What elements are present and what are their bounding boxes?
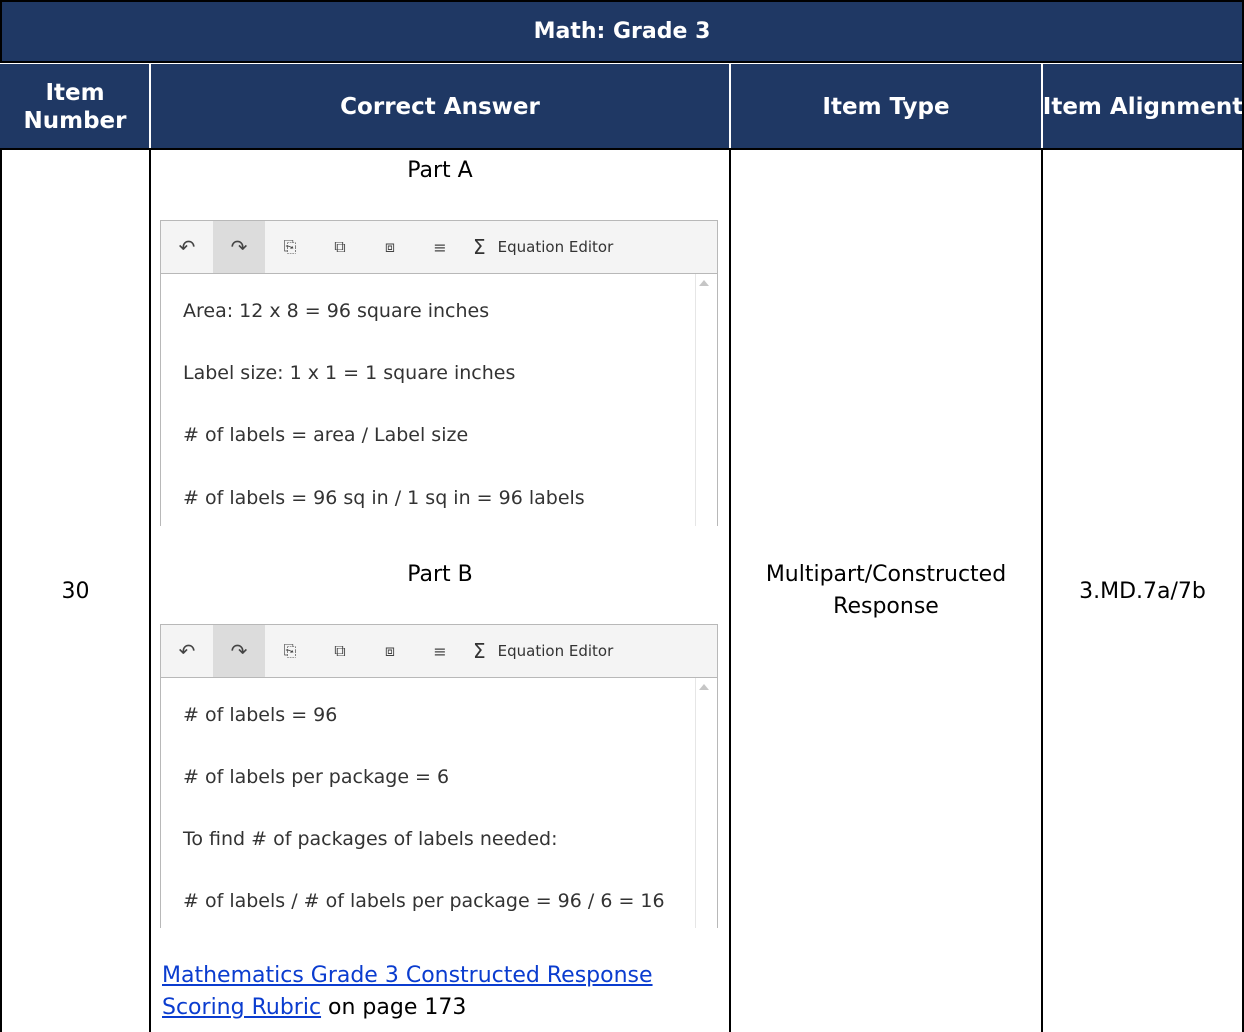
part-b-editor: ↶ ↷ ⎘ ⧉ ⧈ ≡ Σ Equation Editor # of label…: [160, 624, 718, 928]
rubric-link-text: Mathematics Grade 3 Constructed Response: [162, 963, 653, 988]
column-header-item-type: Item Type: [730, 63, 1042, 149]
text-format-icon[interactable]: ≡: [415, 625, 465, 677]
special-characters-icon[interactable]: ⎘: [265, 221, 315, 273]
rubric-reference: Mathematics Grade 3 Constructed Response…: [162, 960, 732, 1024]
header-divider: [729, 63, 731, 149]
column-header-item-number: Item Number: [0, 63, 150, 149]
text-format-icon[interactable]: ≡: [415, 221, 465, 273]
editor-toolbar: ↶ ↷ ⎘ ⧉ ⧈ ≡ Σ Equation Editor: [160, 624, 718, 678]
equation-editor-button[interactable]: Σ Equation Editor: [465, 639, 613, 663]
equation-editor-button[interactable]: Σ Equation Editor: [465, 235, 613, 259]
editor-line: # of labels = area / Label size: [183, 424, 469, 446]
undo-icon[interactable]: ↶: [161, 625, 213, 677]
editor-toolbar: ↶ ↷ ⎘ ⧉ ⧈ ≡ Σ Equation Editor: [160, 220, 718, 274]
header-divider: [1041, 63, 1043, 149]
paste-icon[interactable]: ⧈: [365, 221, 415, 273]
paste-icon[interactable]: ⧈: [365, 625, 415, 677]
table-title: Math: Grade 3: [0, 0, 1244, 63]
editor-line: Label size: 1 x 1 = 1 square inches: [183, 362, 516, 384]
header-divider: [149, 63, 151, 149]
editor-line: # of labels per package = 6: [183, 766, 450, 788]
scroll-up-icon[interactable]: [699, 684, 709, 690]
sigma-icon: Σ: [473, 235, 486, 259]
column-header-item-alignment: Item Alignment: [1042, 63, 1244, 149]
equation-editor-label: Equation Editor: [497, 642, 614, 660]
redo-icon[interactable]: ↷: [213, 625, 265, 677]
editor-text-area[interactable]: Area: 12 x 8 = 96 square inches Label si…: [160, 274, 718, 526]
column-divider: [149, 149, 151, 1032]
rubric-page-reference: on page 173: [321, 995, 467, 1020]
part-a-label: Part A: [407, 158, 473, 183]
copy-icon[interactable]: ⧉: [315, 221, 365, 273]
item-number-cell: 30: [61, 578, 90, 604]
column-header-correct-answer: Correct Answer: [150, 63, 730, 149]
sigma-icon: Σ: [473, 639, 486, 663]
scrollbar[interactable]: [695, 274, 717, 526]
copy-icon[interactable]: ⧉: [315, 625, 365, 677]
item-table: Math: Grade 3 Item Number Correct Answer…: [0, 0, 1244, 1032]
part-b-label: Part B: [407, 562, 473, 587]
editor-line: # of labels / # of labels per package = …: [183, 890, 665, 912]
editor-line: # of labels = 96: [183, 704, 338, 726]
item-alignment-cell: 3.MD.7a/7b: [1079, 578, 1206, 604]
rubric-link-text: Scoring Rubric: [162, 995, 322, 1020]
part-a-editor: ↶ ↷ ⎘ ⧉ ⧈ ≡ Σ Equation Editor Area: 12 x…: [160, 220, 718, 526]
editor-line: To find # of packages of labels needed:: [183, 828, 558, 850]
scroll-up-icon[interactable]: [699, 280, 709, 286]
editor-line: # of labels = 96 sq in / 1 sq in = 96 la…: [183, 487, 585, 509]
redo-icon[interactable]: ↷: [213, 221, 265, 273]
scrollbar[interactable]: [695, 678, 717, 928]
undo-icon[interactable]: ↶: [161, 221, 213, 273]
editor-line: Area: 12 x 8 = 96 square inches: [183, 300, 490, 322]
equation-editor-label: Equation Editor: [497, 238, 614, 256]
editor-text-area[interactable]: # of labels = 96 # of labels per package…: [160, 678, 718, 928]
item-type-cell: Multipart/Constructed Response: [765, 562, 1007, 619]
special-characters-icon[interactable]: ⎘: [265, 625, 315, 677]
